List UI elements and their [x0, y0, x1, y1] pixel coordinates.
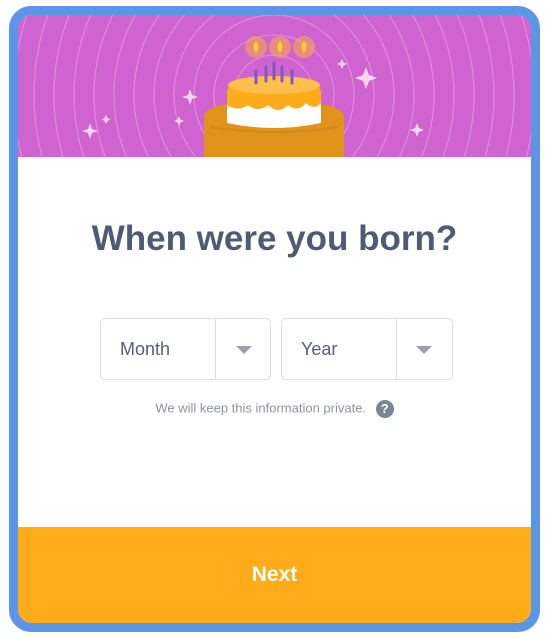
birthday-banner [18, 15, 531, 157]
year-select[interactable]: Year [281, 318, 453, 380]
next-button[interactable]: Next [18, 527, 531, 623]
page-background: When were you born? Month Year We will k… [0, 0, 549, 638]
dialog-frame: When were you born? Month Year We will k… [9, 6, 540, 632]
birthday-cake-illustration [18, 15, 531, 157]
privacy-text: We will keep this information private. [155, 400, 367, 416]
birthdate-dialog: When were you born? Month Year We will k… [18, 15, 531, 623]
select-divider [215, 319, 216, 379]
month-select[interactable]: Month [100, 318, 271, 380]
chevron-down-icon [236, 346, 252, 354]
month-select-label: Month [120, 339, 171, 359]
privacy-note: We will keep this information private. ? [18, 400, 531, 418]
page-title: When were you born? [91, 219, 458, 258]
year-select-label: Year [301, 339, 338, 359]
chevron-down-icon [416, 346, 432, 354]
help-icon[interactable]: ? [375, 400, 394, 418]
select-divider [396, 319, 397, 379]
